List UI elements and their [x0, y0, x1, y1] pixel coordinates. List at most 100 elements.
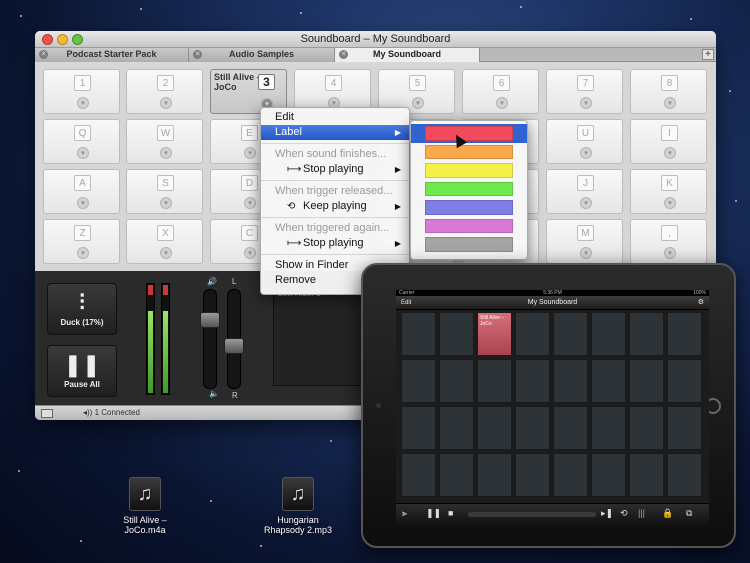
chevron-down-icon[interactable]: ▾: [496, 97, 508, 109]
ipad-sound-cell[interactable]: [477, 359, 512, 403]
sound-cell-0-5[interactable]: 6 ▾: [462, 69, 539, 114]
sound-cell-2-1[interactable]: S ▾: [126, 169, 203, 214]
chevron-down-icon[interactable]: ▾: [244, 247, 256, 259]
sound-cell-1-7[interactable]: I ▾: [630, 119, 707, 164]
chevron-down-icon[interactable]: ▾: [160, 147, 172, 159]
chevron-down-icon[interactable]: ▾: [77, 97, 89, 109]
chevron-down-icon[interactable]: ▾: [664, 147, 676, 159]
label-color-option[interactable]: [411, 124, 527, 143]
ipad-duck-icon[interactable]: ⫸: [402, 508, 407, 519]
ipad-sound-cell[interactable]: [629, 312, 664, 356]
chevron-down-icon[interactable]: ▾: [664, 247, 676, 259]
chevron-down-icon[interactable]: ▾: [580, 147, 592, 159]
volume-fader[interactable]: [200, 289, 220, 389]
sound-cell-3-6[interactable]: M ▾: [546, 219, 623, 264]
tab-close-icon[interactable]: ✕: [339, 50, 348, 59]
sound-cell-2-0[interactable]: A ▾: [43, 169, 120, 214]
ipad-sound-cell[interactable]: [667, 453, 702, 497]
chevron-down-icon[interactable]: ▾: [412, 97, 424, 109]
ipad-sound-cell[interactable]: [401, 453, 436, 497]
ipad-settings-icon[interactable]: ⚙: [698, 296, 704, 310]
desktop-file-hungarian-rhapsody[interactable]: ♫ Hungarian Rhapsody 2.mp3: [258, 477, 338, 535]
tab-my-soundboard[interactable]: ✕ My Soundboard: [335, 48, 480, 62]
ipad-sound-cell[interactable]: [401, 406, 436, 450]
ipad-sound-cell[interactable]: [553, 406, 588, 450]
volume-fader-knob[interactable]: [200, 312, 220, 328]
ipad-sound-cell[interactable]: [591, 453, 626, 497]
chevron-down-icon[interactable]: ▾: [580, 97, 592, 109]
ipad-sound-cell[interactable]: [553, 359, 588, 403]
ipad-sound-cell[interactable]: [553, 312, 588, 356]
label-color-option[interactable]: [411, 143, 527, 162]
ipad-stop-icon[interactable]: ■: [448, 508, 453, 518]
tab-close-icon[interactable]: ✕: [39, 50, 48, 59]
ipad-sound-cell[interactable]: [667, 312, 702, 356]
ipad-sound-cell[interactable]: [629, 359, 664, 403]
ipad-sound-cell[interactable]: [439, 453, 474, 497]
menu-item-edit[interactable]: Edit: [261, 110, 409, 125]
ipad-sound-cell[interactable]: [401, 312, 436, 356]
chevron-down-icon[interactable]: ▾: [77, 197, 89, 209]
sound-cell-0-1[interactable]: 2 ▾: [126, 69, 203, 114]
ipad-edit-button[interactable]: Edit: [401, 296, 411, 310]
ipad-sound-cell[interactable]: [667, 406, 702, 450]
pan-fader-knob[interactable]: [224, 338, 244, 354]
chevron-down-icon[interactable]: ▾: [77, 247, 89, 259]
ipad-sound-cell[interactable]: [629, 453, 664, 497]
ipad-sound-cell[interactable]: [439, 359, 474, 403]
ipad-lock-icon[interactable]: 🔒: [662, 508, 673, 519]
menu-item-stop-playing[interactable]: ⟼ Stop playing ▶: [261, 236, 409, 251]
ipad-sound-cell[interactable]: [515, 312, 550, 356]
sound-cell-3-7[interactable]: , ▾: [630, 219, 707, 264]
sound-cell-0-6[interactable]: 7 ▾: [546, 69, 623, 114]
chevron-down-icon[interactable]: ▾: [160, 97, 172, 109]
tab-close-icon[interactable]: ✕: [193, 50, 202, 59]
tab-podcast-starter-pack[interactable]: ✕ Podcast Starter Pack: [35, 48, 189, 62]
label-color-option[interactable]: [411, 161, 527, 180]
chevron-down-icon[interactable]: ▾: [664, 197, 676, 209]
ipad-keyboard-icon[interactable]: |||: [638, 508, 645, 518]
ipad-sound-cell[interactable]: [477, 453, 512, 497]
desktop-file-still-alive[interactable]: ♫ Still Alive – JoCo.m4a: [105, 477, 185, 535]
ipad-sound-cell[interactable]: [401, 359, 436, 403]
ipad-sound-cell[interactable]: [591, 359, 626, 403]
tab-audio-samples[interactable]: ✕ Audio Samples: [189, 48, 335, 62]
ipad-sound-cell[interactable]: [439, 312, 474, 356]
ipad-window-icon[interactable]: ⧉: [686, 508, 692, 519]
sound-cell-3-1[interactable]: X ▾: [126, 219, 203, 264]
label-color-option[interactable]: [411, 180, 527, 199]
menu-item-label[interactable]: Label ▶: [261, 125, 409, 140]
chevron-down-icon[interactable]: ▾: [580, 247, 592, 259]
ipad-sound-cell[interactable]: [439, 406, 474, 450]
ipad-sound-cell[interactable]: [515, 453, 550, 497]
chevron-down-icon[interactable]: ▾: [160, 247, 172, 259]
sound-cell-3-0[interactable]: Z ▾: [43, 219, 120, 264]
ipad-sound-cell[interactable]: [629, 406, 664, 450]
ipad-sound-cell[interactable]: [591, 312, 626, 356]
sound-cell-1-6[interactable]: U ▾: [546, 119, 623, 164]
chevron-down-icon[interactable]: ▾: [244, 147, 256, 159]
ipad-volume-slider[interactable]: [468, 512, 596, 517]
sound-cell-0-7[interactable]: 8 ▾: [630, 69, 707, 114]
ipad-loop-icon[interactable]: ⟲: [620, 508, 628, 519]
sound-cell-0-0[interactable]: 1 ▾: [43, 69, 120, 114]
label-color-option[interactable]: [411, 198, 527, 217]
chevron-down-icon[interactable]: ▾: [244, 197, 256, 209]
chevron-down-icon[interactable]: ▾: [160, 197, 172, 209]
pause-all-button[interactable]: ❚❚ Pause All: [47, 345, 117, 397]
sidebar-toggle-icon[interactable]: [41, 409, 53, 418]
sound-cell-1-0[interactable]: Q ▾: [43, 119, 120, 164]
duck-button[interactable]: ⫶ Duck (17%): [47, 283, 117, 335]
ipad-sound-cell[interactable]: [553, 453, 588, 497]
chevron-down-icon[interactable]: ▾: [580, 197, 592, 209]
pan-fader[interactable]: [224, 289, 244, 389]
ipad-sound-cell[interactable]: [667, 359, 702, 403]
ipad-sound-cell[interactable]: [591, 406, 626, 450]
ipad-sound-cell[interactable]: [515, 406, 550, 450]
sound-cell-1-1[interactable]: W ▾: [126, 119, 203, 164]
sound-cell-2-6[interactable]: J ▾: [546, 169, 623, 214]
label-color-option[interactable]: [411, 235, 527, 254]
sound-cell-2-7[interactable]: K ▾: [630, 169, 707, 214]
ipad-skip-icon[interactable]: ▸❚: [601, 508, 613, 519]
chevron-down-icon[interactable]: ▾: [664, 97, 676, 109]
